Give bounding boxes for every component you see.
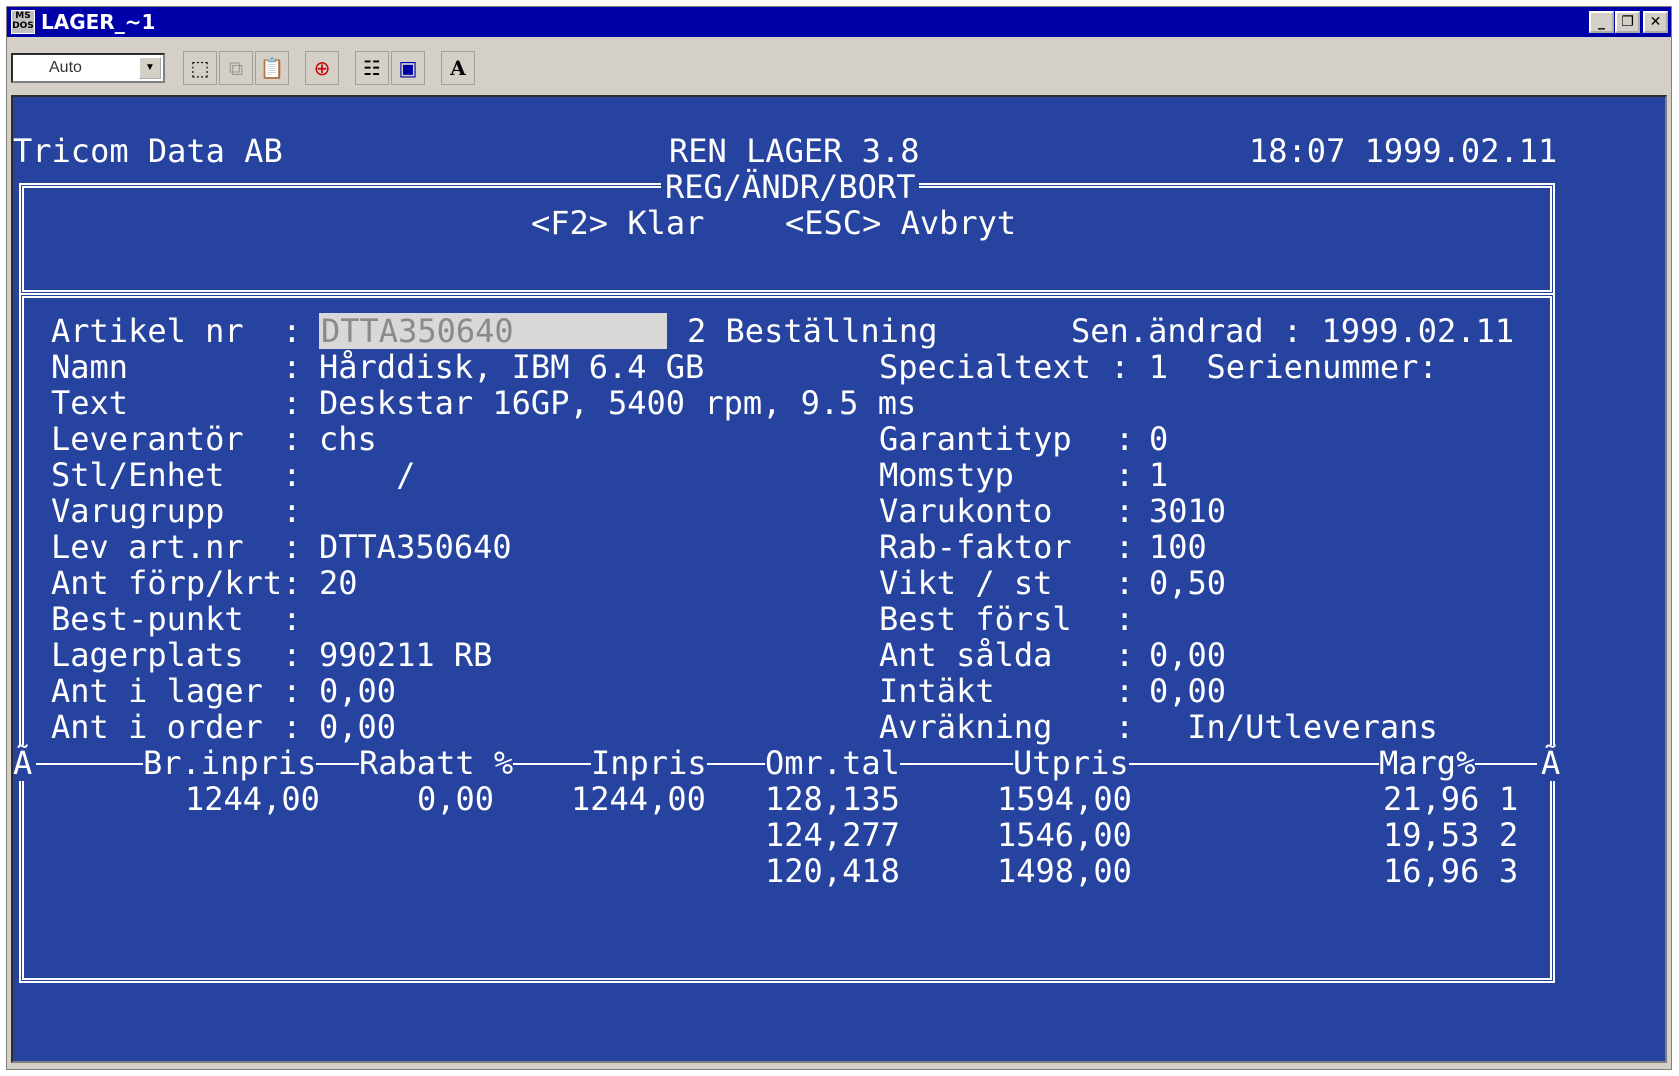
key-esc-abort[interactable]: <ESC> Avbryt bbox=[785, 205, 1016, 241]
marg-2[interactable]: 19,53 bbox=[1383, 817, 1479, 853]
bestallning-text: 2 Beställning bbox=[687, 312, 938, 350]
title-bar[interactable]: MS DOS LAGER_~1 _ ❐ ✕ bbox=[7, 7, 1671, 37]
omr-tal-2[interactable]: 124,277 bbox=[765, 817, 900, 853]
text-field[interactable]: Deskstar 16GP, 5400 rpm, 9.5 ms bbox=[319, 385, 916, 421]
intakt-field[interactable]: 0,00 bbox=[1149, 673, 1226, 709]
key-f2-done[interactable]: <F2> Klar bbox=[531, 205, 704, 241]
best-forsl-label: Best försl bbox=[879, 600, 1072, 638]
header-inpris: Inpris bbox=[591, 744, 707, 782]
ant-i-lager-label: Ant i lager : bbox=[51, 672, 302, 710]
lagerplats-field[interactable]: 990211 RB bbox=[319, 637, 492, 673]
ant-salda-label: Ant sålda bbox=[879, 636, 1053, 674]
ant-salda-colon: : bbox=[1115, 636, 1135, 674]
leverantor-label: Leverantör : bbox=[51, 420, 302, 458]
vikt-label: Vikt / st bbox=[879, 564, 1053, 602]
rabatt-value[interactable]: 0,00 bbox=[417, 781, 494, 817]
date-time: 18:07 1999.02.11 bbox=[1249, 132, 1558, 170]
background-icon[interactable]: ▣ bbox=[391, 51, 425, 85]
avrakning-colon: : bbox=[1115, 708, 1135, 746]
text-label: Text : bbox=[51, 384, 302, 422]
avrakning-field[interactable]: In/Utleverans bbox=[1168, 709, 1437, 745]
vikt-colon: : bbox=[1115, 564, 1135, 602]
ant-forp-field[interactable]: 20 bbox=[319, 565, 358, 601]
rab-faktor-colon: : bbox=[1115, 528, 1135, 566]
artikel-input[interactable]: DTTA350640 bbox=[319, 313, 667, 349]
avrakning-label: Avräkning bbox=[879, 708, 1053, 746]
header-marg: Marg% bbox=[1379, 744, 1476, 782]
divider-left-end: Ã bbox=[13, 745, 37, 781]
garantityp-field[interactable]: 0 bbox=[1149, 421, 1168, 457]
momstyp-field[interactable]: 1 bbox=[1149, 457, 1168, 493]
font-size-value: Auto bbox=[49, 59, 82, 76]
minimize-button[interactable]: _ bbox=[1589, 11, 1614, 33]
header-utpris: Utpris bbox=[1013, 744, 1129, 782]
font-size-combo[interactable]: Auto ▼ bbox=[11, 53, 165, 83]
intakt-colon: : bbox=[1115, 672, 1135, 710]
window-title: LAGER_~1 bbox=[41, 10, 156, 34]
ant-i-lager-field[interactable]: 0,00 bbox=[319, 673, 396, 709]
toolbar: Auto ▼ ⬚ ⧉ 📋 ⊕ ☷ ▣ A bbox=[7, 37, 1671, 95]
varukonto-label: Varukonto bbox=[879, 492, 1053, 530]
row-nr-2: 2 bbox=[1499, 816, 1519, 854]
company-name: Tricom Data AB bbox=[13, 132, 283, 170]
momstyp-colon: : bbox=[1115, 456, 1135, 494]
utpris-2[interactable]: 1546,00 bbox=[997, 817, 1132, 853]
inpris-value[interactable]: 1244,00 bbox=[571, 781, 706, 817]
row-nr-3: 3 bbox=[1499, 852, 1519, 890]
font-icon[interactable]: A bbox=[441, 51, 475, 85]
program-name: REN LAGER 3.8 bbox=[669, 132, 920, 170]
header-br-inpris: Br.inpris bbox=[143, 744, 317, 782]
intakt-label: Intäkt bbox=[879, 672, 995, 710]
stl-enhet-label: Stl/Enhet : bbox=[51, 456, 302, 494]
utpris-1[interactable]: 1594,00 bbox=[997, 781, 1132, 817]
varukonto-colon: : bbox=[1115, 492, 1135, 530]
mode-title: REG/ÄNDR/BORT bbox=[661, 169, 920, 205]
stl-enhet-field[interactable]: / bbox=[319, 457, 415, 493]
restore-button[interactable]: ❐ bbox=[1615, 11, 1640, 33]
garantityp-colon: : bbox=[1115, 420, 1135, 458]
garantityp-label: Garantityp bbox=[879, 420, 1072, 458]
artikel-label: Artikel nr : bbox=[51, 312, 302, 350]
varukonto-field[interactable]: 3010 bbox=[1149, 493, 1226, 529]
ant-i-order-label: Ant i order : bbox=[51, 708, 302, 746]
console-screen[interactable]: Tricom Data AB REN LAGER 3.8 18:07 1999.… bbox=[11, 95, 1667, 1063]
ant-i-order-field[interactable]: 0,00 bbox=[319, 709, 396, 745]
header-rabatt: Rabatt % bbox=[359, 744, 514, 782]
marg-3[interactable]: 16,96 bbox=[1383, 853, 1479, 889]
divider-right-end: Ã bbox=[1537, 745, 1565, 781]
paste-icon[interactable]: 📋 bbox=[255, 51, 289, 85]
vikt-field[interactable]: 0,50 bbox=[1149, 565, 1226, 601]
specialtext-line: Specialtext : 1 Serienummer: bbox=[879, 348, 1438, 386]
ant-salda-field[interactable]: 0,00 bbox=[1149, 637, 1226, 673]
mark-icon[interactable]: ⬚ bbox=[183, 51, 217, 85]
lev-art-nr-field[interactable]: DTTA350640 bbox=[319, 529, 512, 565]
utpris-3[interactable]: 1498,00 bbox=[997, 853, 1132, 889]
best-punkt-label: Best-punkt : bbox=[51, 600, 302, 638]
br-inpris-value[interactable]: 1244,00 bbox=[185, 781, 320, 817]
omr-tal-1[interactable]: 128,135 bbox=[765, 781, 900, 817]
lagerplats-label: Lagerplats : bbox=[51, 636, 302, 674]
rab-faktor-label: Rab-faktor bbox=[879, 528, 1072, 566]
ant-forp-label: Ant förp/krt: bbox=[51, 564, 302, 602]
rab-faktor-field[interactable]: 100 bbox=[1149, 529, 1207, 565]
dos-window: MS DOS LAGER_~1 _ ❐ ✕ Auto ▼ ⬚ ⧉ 📋 ⊕ ☷ ▣… bbox=[6, 6, 1672, 1070]
chevron-down-icon[interactable]: ▼ bbox=[139, 57, 161, 79]
row-nr-1: 1 bbox=[1499, 780, 1519, 818]
namn-label: Namn : bbox=[51, 348, 302, 386]
namn-field[interactable]: Hårddisk, IBM 6.4 GB bbox=[319, 349, 704, 385]
marg-1[interactable]: 21,96 bbox=[1383, 781, 1479, 817]
msdos-icon[interactable]: MS DOS bbox=[11, 10, 35, 34]
header-omr-tal: Omr.tal bbox=[765, 744, 900, 782]
best-forsl-colon: : bbox=[1115, 600, 1135, 638]
sen-andrad-text: Sen.ändrad : 1999.02.11 bbox=[1071, 312, 1515, 350]
omr-tal-3[interactable]: 120,418 bbox=[765, 853, 900, 889]
fullscreen-icon[interactable]: ⊕ bbox=[305, 51, 339, 85]
copy-icon[interactable]: ⧉ bbox=[219, 51, 253, 85]
properties-icon[interactable]: ☷ bbox=[355, 51, 389, 85]
varugrupp-label: Varugrupp : bbox=[51, 492, 302, 530]
lev-art-nr-label: Lev art.nr : bbox=[51, 528, 302, 566]
momstyp-label: Momstyp bbox=[879, 456, 1014, 494]
close-button[interactable]: ✕ bbox=[1643, 11, 1668, 33]
leverantor-field[interactable]: chs bbox=[319, 421, 377, 457]
